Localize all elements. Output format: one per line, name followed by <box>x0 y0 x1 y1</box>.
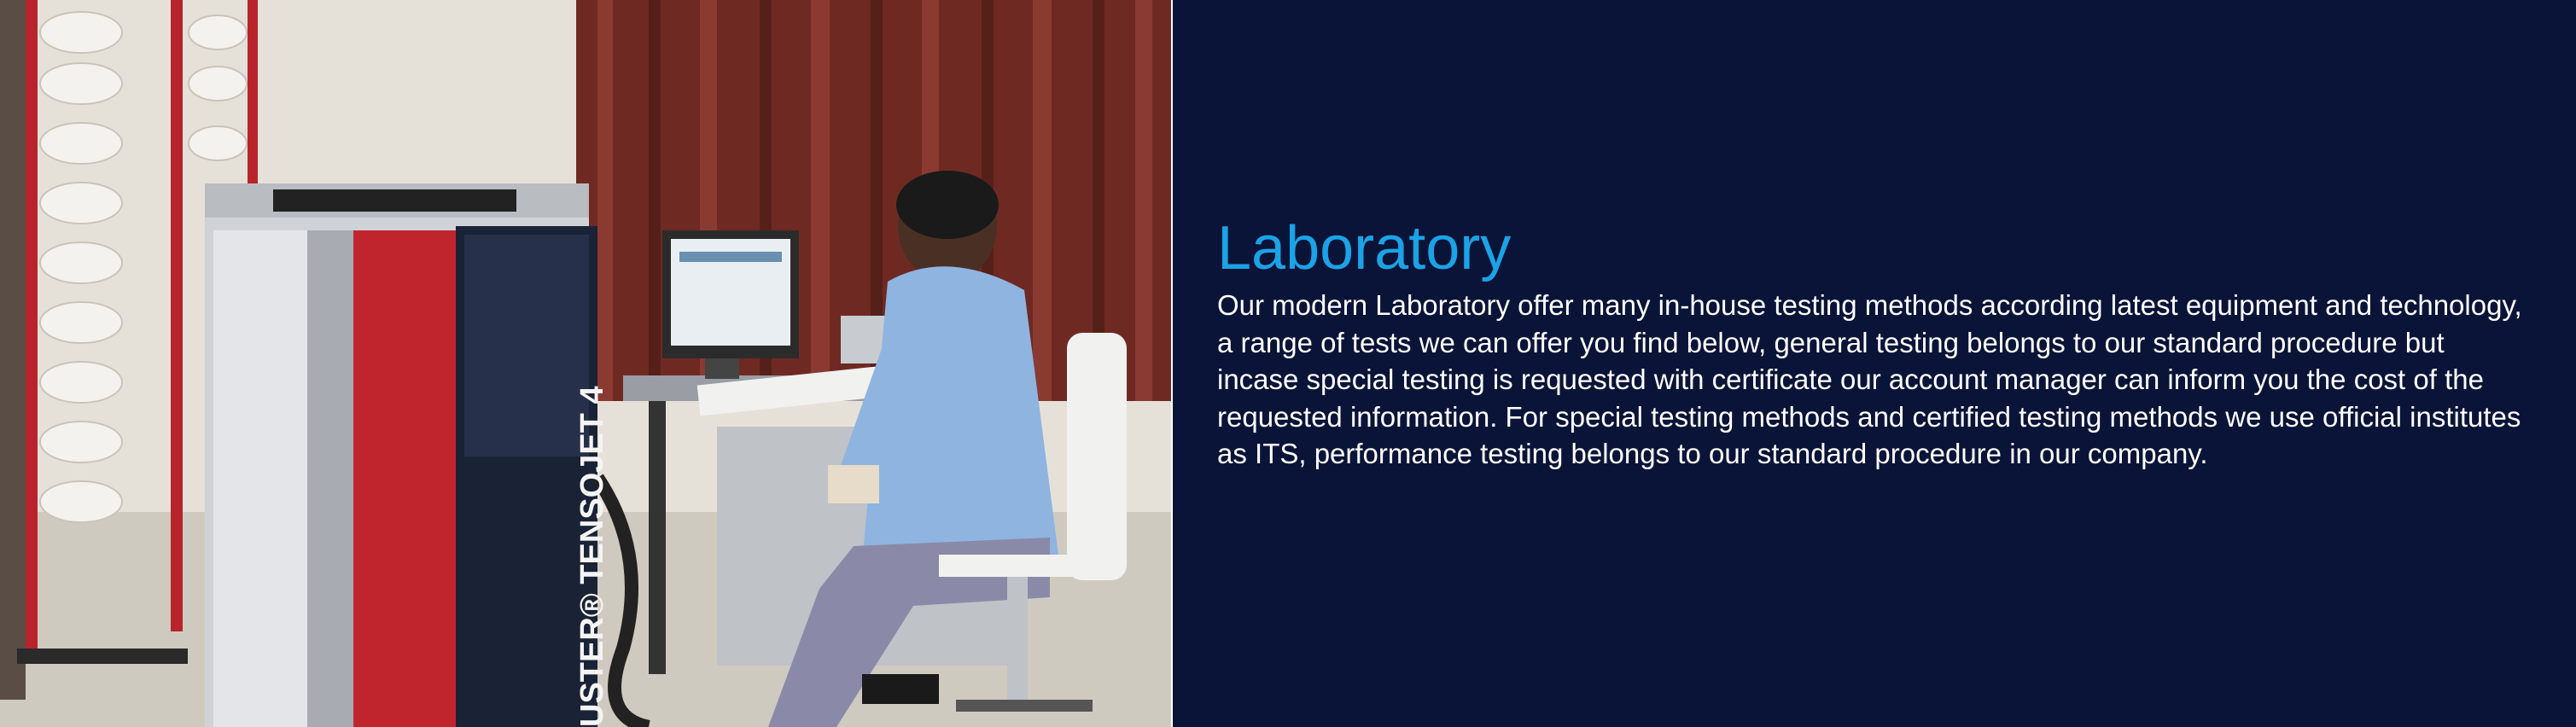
laboratory-banner: USTER® TENSOJET 4 Laboratory Our modern … <box>0 0 2576 727</box>
description-text: Our modern Laboratory offer many in-hous… <box>1217 289 2522 469</box>
machine-label: USTER® TENSOJET 4 <box>574 386 610 727</box>
tensojet-machine <box>205 183 597 727</box>
laboratory-photo-illustration: USTER® TENSOJET 4 <box>0 0 1171 727</box>
content-panel: Laboratory Our modern Laboratory offer m… <box>1173 0 2576 727</box>
page-title: Laboratory <box>1217 214 1512 282</box>
laboratory-photo: USTER® TENSOJET 4 <box>0 0 1171 727</box>
